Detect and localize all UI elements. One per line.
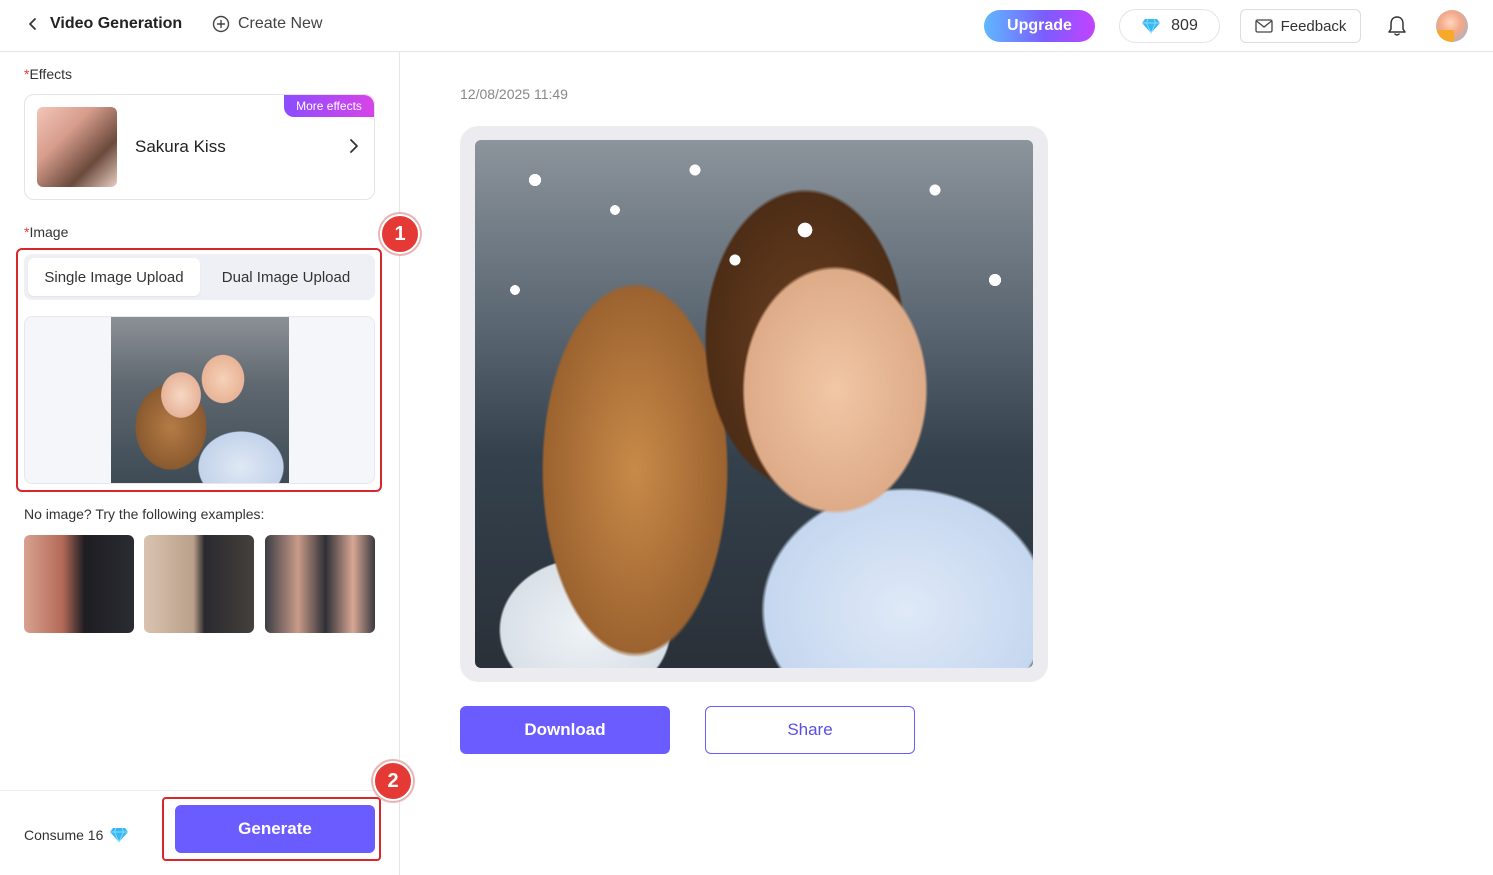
notifications-button[interactable]	[1385, 14, 1409, 38]
create-new-label: Create New	[238, 15, 323, 32]
plus-circle-icon	[212, 15, 230, 33]
top-bar: Video Generation Create New Upgrade 809 …	[0, 0, 1493, 52]
effect-name: Sakura Kiss	[135, 137, 226, 156]
create-new-button[interactable]: Create New	[212, 12, 322, 36]
image-upload-area[interactable]	[24, 316, 375, 484]
gem-balance[interactable]: 809	[1119, 9, 1220, 43]
feedback-button[interactable]: Feedback	[1240, 9, 1361, 43]
feedback-label: Feedback	[1280, 17, 1347, 35]
share-button[interactable]: Share	[705, 706, 915, 754]
example-image-3[interactable]	[265, 535, 375, 633]
examples-label: No image? Try the following examples:	[24, 506, 265, 522]
diamond-icon	[110, 827, 129, 843]
chevron-left-icon	[29, 18, 36, 30]
step-badge-1: 1	[380, 214, 420, 254]
vip-badge-icon	[1436, 30, 1454, 42]
page-title: Video Generation	[50, 15, 183, 32]
image-label: Image	[29, 224, 69, 240]
upgrade-button[interactable]: Upgrade	[984, 10, 1095, 42]
gem-count: 809	[1171, 17, 1198, 34]
chevron-right-icon	[350, 139, 358, 153]
uploaded-image	[111, 317, 289, 483]
effects-heading: *Effects	[24, 66, 72, 82]
effect-thumbnail	[37, 107, 117, 187]
back-button[interactable]: Video Generation	[26, 12, 206, 36]
result-timestamp: 12/08/2025 11:49	[460, 86, 568, 102]
generate-button[interactable]: Generate	[175, 805, 375, 853]
download-button[interactable]: Download	[460, 706, 670, 754]
example-image-1[interactable]	[24, 535, 134, 633]
upload-mode-tabs: Single Image Upload Dual Image Upload	[24, 254, 375, 300]
bell-icon	[1388, 16, 1406, 36]
step-badge-2: 2	[373, 761, 413, 801]
image-heading: *Image	[24, 224, 68, 240]
settings-panel: *Effects Sakura Kiss More effects *Image…	[0, 52, 420, 875]
example-image-2[interactable]	[144, 535, 254, 633]
consume-cost: Consume 16	[24, 827, 129, 843]
generate-footer: Consume 16 2 Generate	[0, 761, 413, 875]
effects-label: Effects	[29, 66, 72, 82]
generated-video-preview[interactable]	[475, 140, 1033, 668]
consume-label: Consume 16	[24, 827, 104, 843]
tab-dual-image-upload[interactable]: Dual Image Upload	[202, 258, 370, 296]
result-frame	[460, 126, 1048, 682]
mail-icon	[1254, 19, 1273, 33]
user-avatar[interactable]	[1436, 10, 1468, 42]
tab-single-image-upload[interactable]: Single Image Upload	[28, 258, 200, 296]
diamond-icon	[1142, 18, 1161, 34]
more-effects-badge[interactable]: More effects	[284, 95, 374, 117]
